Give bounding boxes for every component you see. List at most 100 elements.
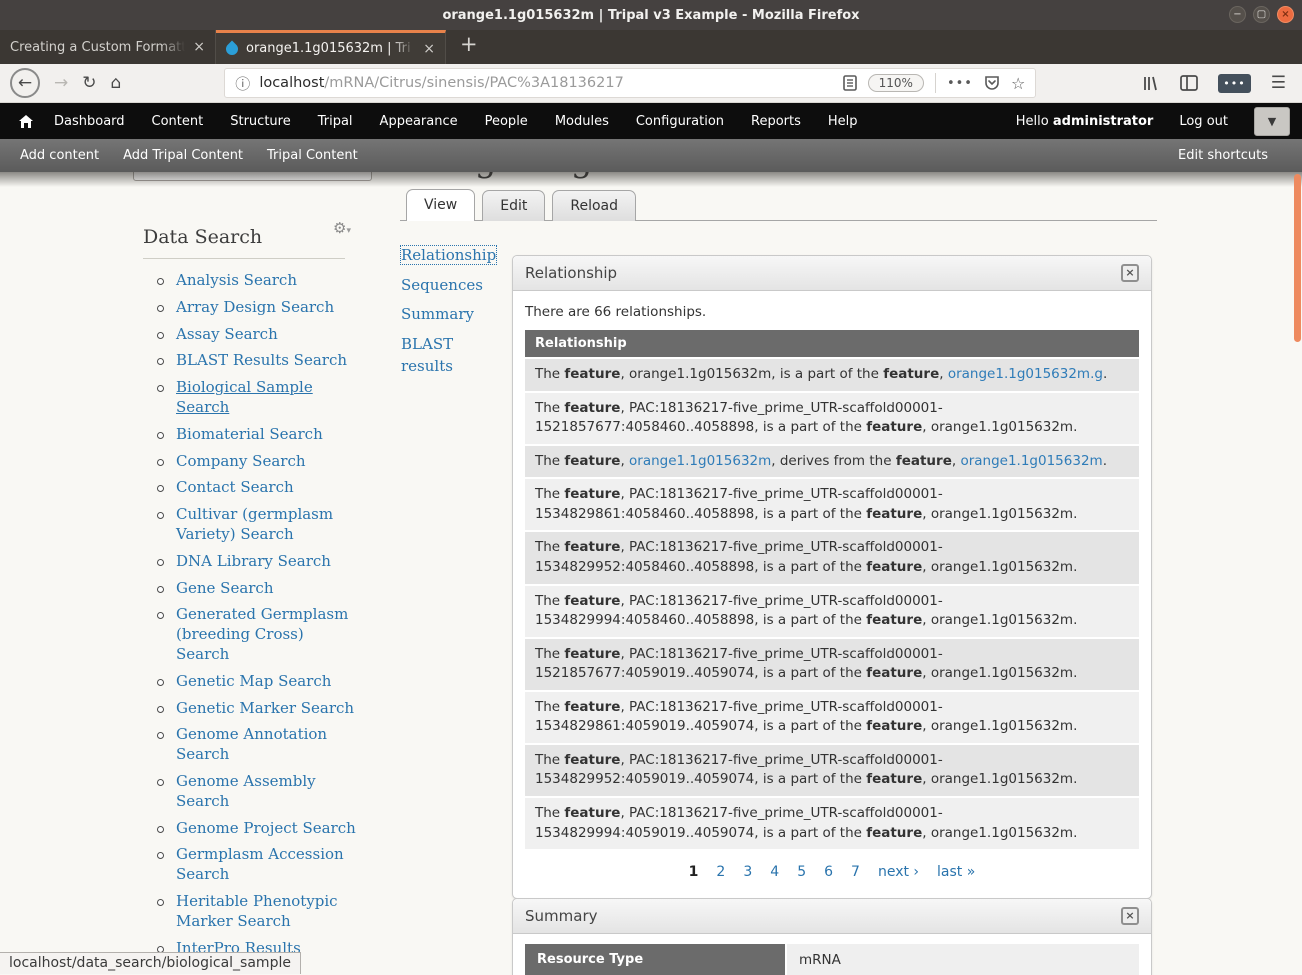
panel-close-icon[interactable]: ×	[1121, 264, 1139, 282]
admin-menu-link[interactable]: People	[485, 114, 528, 129]
sidebar-link[interactable]: Analysis Search	[176, 271, 297, 289]
sidebar-link[interactable]: Cultivar (germplasm Variety) Search	[176, 505, 333, 543]
bookmark-star-icon[interactable]: ☆	[1011, 74, 1025, 93]
sidebar-item: Genome Annotation Search	[167, 725, 357, 765]
toolbar-orientation-toggle[interactable]: ▼	[1254, 107, 1290, 136]
home-icon[interactable]: ⌂	[111, 75, 122, 92]
feature-label: feature	[883, 366, 939, 382]
admin-menu-link[interactable]: Modules	[555, 114, 609, 129]
new-tab-button[interactable]: +	[446, 30, 492, 64]
sidebar-link[interactable]: Gene Search	[176, 579, 274, 597]
pager-page-4[interactable]: 4	[770, 864, 779, 880]
tab-reload[interactable]: Reload	[552, 190, 636, 221]
admin-menu-link[interactable]: Tripal	[318, 114, 353, 129]
row-text: .	[1103, 366, 1107, 382]
toc-link-summary[interactable]: Summary	[401, 305, 474, 323]
tab-view[interactable]: View	[406, 189, 475, 221]
pager-page-5[interactable]: 5	[797, 864, 806, 880]
sidebar-item: Biological Sample Search	[167, 378, 357, 418]
feature-label: feature	[866, 771, 922, 787]
search-input[interactable]	[133, 172, 372, 181]
tab-close-icon[interactable]: ×	[193, 39, 205, 55]
page-actions-icon[interactable]: •••	[947, 76, 973, 91]
menu-icon[interactable]: ☰	[1271, 73, 1286, 93]
admin-menu-link[interactable]: Reports	[751, 114, 801, 129]
toc-link-sequences[interactable]: Sequences	[401, 276, 483, 294]
panel-close-icon[interactable]: ×	[1121, 907, 1139, 925]
toc-link-blast-results[interactable]: BLAST results	[401, 335, 453, 376]
tab-edit[interactable]: Edit	[482, 190, 545, 221]
panel-title: Summary	[525, 907, 598, 925]
sidebar-link[interactable]: Genome Annotation Search	[176, 725, 327, 763]
shortcut-link[interactable]: Add Tripal Content	[123, 148, 243, 163]
browser-tab-inactive[interactable]: Creating a Custom Formatte ×	[0, 30, 216, 64]
sidebar-link[interactable]: Genetic Marker Search	[176, 699, 354, 717]
feature-link[interactable]: orange1.1g015632m	[960, 453, 1102, 469]
pager-next[interactable]: next ›	[878, 864, 919, 880]
admin-menu-link[interactable]: Content	[152, 114, 204, 129]
feature-label: feature	[564, 539, 620, 555]
maximize-icon[interactable]: ▢	[1253, 6, 1270, 23]
sidebar-link[interactable]: Genetic Map Search	[176, 672, 331, 690]
reload-icon[interactable]: ↻	[82, 75, 96, 92]
sidebars-icon[interactable]	[1180, 75, 1198, 91]
sidebar-link[interactable]: DNA Library Search	[176, 552, 331, 570]
sidebar-item: Biomaterial Search	[167, 425, 357, 445]
summary-row-label: Resource Type	[525, 944, 785, 975]
browser-tab-active[interactable]: orange1.1g015632m | Tri ×	[216, 30, 446, 64]
shortcut-link[interactable]: Tripal Content	[267, 148, 358, 163]
feature-label: feature	[866, 665, 922, 681]
minimize-icon[interactable]: −	[1229, 6, 1246, 23]
admin-menu-link[interactable]: Structure	[230, 114, 290, 129]
sidebar-link[interactable]: Assay Search	[176, 325, 278, 343]
feature-label: feature	[564, 593, 620, 609]
sidebar-link[interactable]: Biological Sample Search	[176, 378, 313, 416]
admin-menu-link[interactable]: Appearance	[380, 114, 458, 129]
tab-close-icon[interactable]: ×	[423, 41, 435, 57]
row-text: , orange1.1g015632m.	[922, 718, 1077, 734]
feature-link[interactable]: orange1.1g015632m	[629, 453, 771, 469]
pager-page-2[interactable]: 2	[716, 864, 725, 880]
contextual-links-button[interactable]: ⚙▾	[333, 218, 351, 237]
url-bar[interactable]: ⓘ localhost/mRNA/Citrus/sinensis/PAC%3A1…	[224, 68, 1036, 98]
sidebar-link[interactable]: Heritable Phenotypic Marker Search	[176, 892, 338, 930]
pager-page-6[interactable]: 6	[824, 864, 833, 880]
log-out-link[interactable]: Log out	[1179, 114, 1228, 129]
feature-label: feature	[564, 752, 620, 768]
extension-icon[interactable]: •••	[1218, 74, 1250, 93]
scrollbar-thumb[interactable]	[1294, 174, 1301, 342]
sidebar-link[interactable]: Germplasm Accession Search	[176, 845, 344, 883]
pocket-icon[interactable]	[984, 75, 1000, 91]
sidebar-link[interactable]: Biomaterial Search	[176, 425, 323, 443]
zoom-level-button[interactable]: 110%	[868, 74, 924, 92]
sidebar-link[interactable]: Generated Germplasm (breeding Cross) Sea…	[176, 605, 348, 663]
sidebar-link[interactable]: BLAST Results Search	[176, 351, 347, 369]
sidebar-link[interactable]: Genome Assembly Search	[176, 772, 316, 810]
admin-home-icon[interactable]	[18, 114, 34, 129]
close-icon[interactable]: ×	[1277, 6, 1294, 23]
admin-menu-link[interactable]: Help	[828, 114, 858, 129]
pager-page-7[interactable]: 7	[851, 864, 860, 880]
row-text: .	[1103, 453, 1107, 469]
feature-link[interactable]: orange1.1g015632m.g	[948, 366, 1103, 382]
forward-icon[interactable]: →	[54, 75, 68, 92]
divider	[143, 258, 345, 259]
sidebar-item: Assay Search	[167, 325, 357, 345]
reader-mode-icon[interactable]	[843, 75, 857, 91]
toc-link-relationship[interactable]: Relationship	[401, 246, 496, 264]
sidebar-link[interactable]: Genome Project Search	[176, 819, 356, 837]
admin-menu: Dashboard Content Structure Tripal Appearanc…	[54, 114, 858, 129]
site-info-icon[interactable]: ⓘ	[235, 73, 250, 94]
sidebar-link[interactable]: Contact Search	[176, 478, 294, 496]
back-icon[interactable]: ←	[10, 68, 40, 98]
sidebar-link[interactable]: Array Design Search	[176, 298, 334, 316]
sidebar-link[interactable]: Company Search	[176, 452, 306, 470]
pager-last[interactable]: last »	[937, 864, 975, 880]
admin-menu-link[interactable]: Configuration	[636, 114, 724, 129]
shortcut-link[interactable]: Add content	[20, 148, 99, 163]
library-icon[interactable]	[1142, 75, 1160, 92]
edit-shortcuts-link[interactable]: Edit shortcuts	[1178, 148, 1282, 163]
admin-menu-link[interactable]: Dashboard	[54, 114, 125, 129]
status-bar-link-preview: localhost/data_search/biological_sample	[0, 952, 301, 974]
pager-page-3[interactable]: 3	[743, 864, 752, 880]
